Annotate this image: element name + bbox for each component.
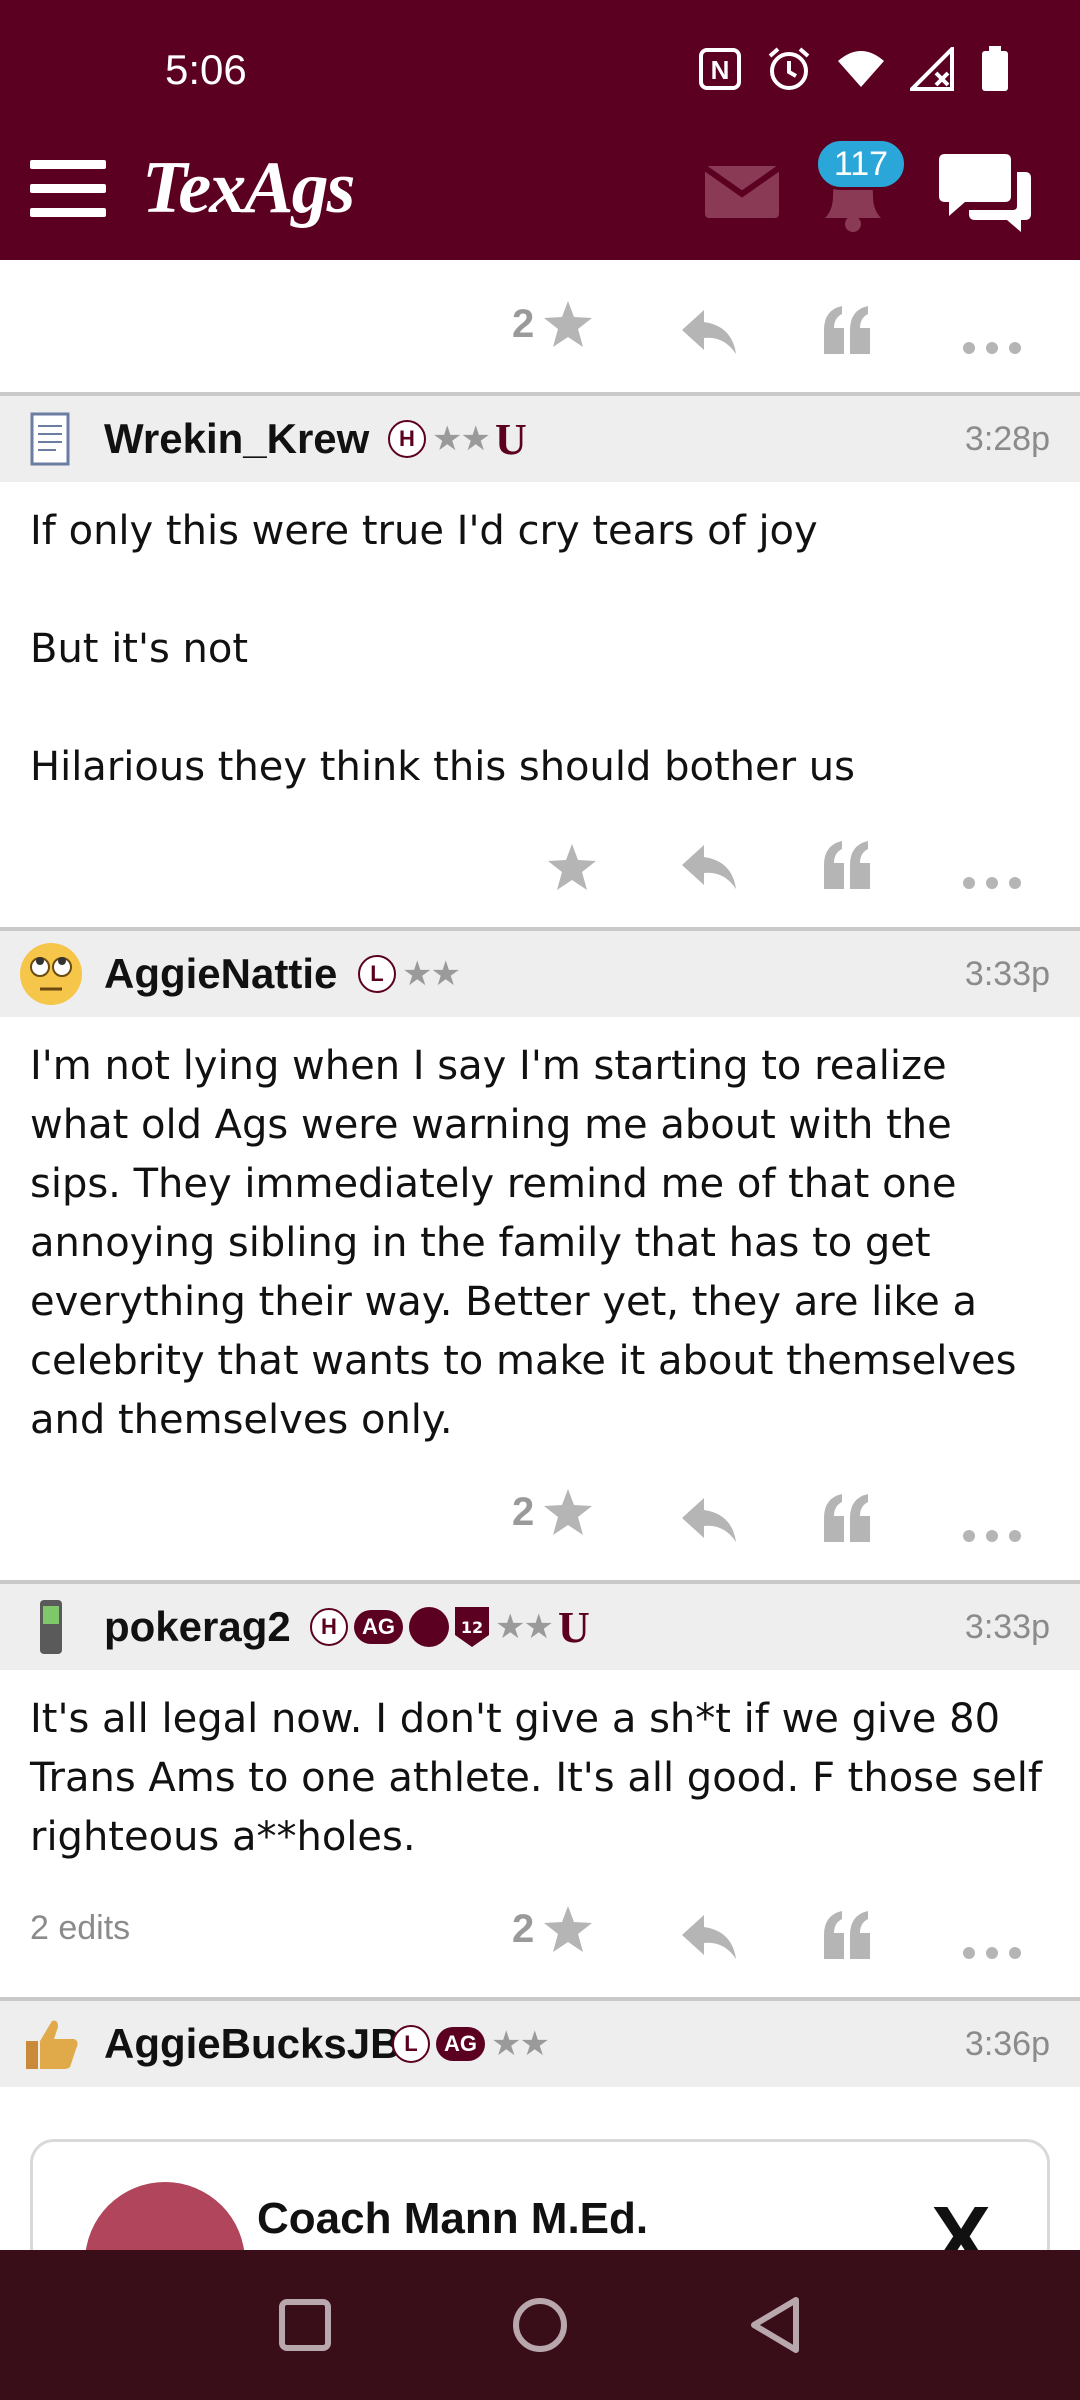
badge-ag: AG [436, 2027, 485, 2061]
star-count-button[interactable]: 2 [512, 1482, 593, 1542]
app-top-bar: 5:06 N TexAgs 117 [0, 0, 1080, 260]
star-count: 2 [512, 1906, 535, 1951]
badge-ag: AG [354, 1610, 403, 1644]
badge-stars: ★★ [491, 2024, 550, 2064]
system-nav-bar [0, 2250, 1080, 2400]
post-time: 3:36p [964, 2024, 1050, 2063]
reply-icon[interactable] [682, 837, 736, 897]
more-options-icon[interactable] [962, 318, 1022, 378]
badge-12th-man: 12 [455, 1607, 489, 1647]
star-icon [544, 301, 593, 347]
more-options-icon[interactable] [962, 853, 1022, 913]
post-actions: 2 edits 2 [0, 1867, 1080, 1997]
user-badges: L ★★ [358, 931, 461, 1017]
user-badges: H AG 12 ★★ U [310, 1584, 590, 1670]
alarm-icon [768, 47, 810, 90]
star-icon [544, 1489, 593, 1535]
notification-count-badge[interactable]: 117 [815, 138, 907, 190]
texags-logo[interactable]: TexAgs [142, 146, 355, 231]
post-text: It's all legal now. I don't give a sh*t … [30, 1696, 1055, 1860]
wifi-icon [838, 51, 884, 87]
post-body: I'm not lying when I say I'm starting to… [0, 1017, 1080, 1450]
star-count: 2 [512, 301, 535, 346]
x-logo-icon: X [930, 2189, 991, 2250]
post-header: AggieBucksJB L AG ★★ 3:36p [0, 2001, 1080, 2087]
badge-h: H [388, 420, 426, 458]
mail-icon[interactable] [705, 166, 779, 218]
rolling-eyes-emoji [20, 943, 82, 1005]
post-header: pokerag2 H AG 12 ★★ U 3:33p [0, 1584, 1080, 1670]
star-count: 2 [512, 1489, 535, 1534]
post-header: AggieNattie L ★★ 3:33p [0, 931, 1080, 1017]
post-body: It's all legal now. I don't give a sh*t … [0, 1670, 1080, 1867]
tweet-embed[interactable]: Coach Mann M.Ed. X [30, 2139, 1050, 2250]
user-badges: L AG ★★ [392, 2001, 550, 2087]
post-time: 3:33p [964, 954, 1050, 993]
recents-icon[interactable] [278, 2298, 332, 2352]
more-options-icon[interactable] [962, 1506, 1022, 1566]
star-count-button[interactable]: 2 [512, 1899, 593, 1959]
reply-icon[interactable] [682, 1907, 736, 1967]
menu-icon[interactable] [30, 158, 106, 218]
post-time: 3:28p [964, 419, 1050, 458]
edits-label[interactable]: 2 edits [30, 1909, 130, 1948]
badge-l: L [358, 955, 396, 993]
status-icons: N [698, 46, 1010, 92]
username[interactable]: pokerag2 [104, 1584, 291, 1670]
phone-icon [40, 1600, 62, 1654]
post-actions: 2 [0, 262, 1080, 392]
thread-content: 2 Wrekin_Krew H ★★ U 3:28p If only this … [0, 262, 1080, 2250]
quote-icon[interactable] [822, 1905, 872, 1965]
quote-icon[interactable] [822, 835, 872, 895]
reply-icon[interactable] [682, 302, 736, 362]
quote-icon[interactable] [822, 1488, 872, 1548]
svg-text:N: N [711, 55, 730, 85]
post-text: If only this were true I'd cry tears of … [30, 508, 855, 790]
username[interactable]: Wrekin_Krew [104, 396, 369, 482]
post-header: Wrekin_Krew H ★★ U 3:28p [0, 396, 1080, 482]
badge-stars: ★★ [432, 419, 491, 459]
post-text: I'm not lying when I say I'm starting to… [30, 1043, 1030, 1443]
post-actions: 2 [0, 1450, 1080, 1580]
status-time: 5:06 [165, 46, 247, 93]
badge-h: H [310, 1608, 348, 1646]
notepad-icon [30, 412, 70, 466]
reply-icon[interactable] [682, 1490, 736, 1550]
chat-icon[interactable] [935, 152, 1035, 236]
star-icon[interactable] [548, 837, 596, 897]
badge-stars: ★★ [402, 954, 461, 994]
signal-icon [910, 47, 954, 91]
battery-icon [982, 46, 1008, 91]
tweet-author: Coach Mann M.Ed. [257, 2194, 649, 2243]
badge-stadium-icon [409, 1607, 449, 1647]
nfc-icon: N [699, 48, 741, 90]
user-badges: H ★★ U [388, 396, 527, 482]
star-icon [544, 1906, 593, 1952]
app-header: TexAgs 117 [0, 138, 1080, 260]
post-body: If only this were true I'd cry tears of … [0, 482, 1080, 797]
back-icon[interactable] [748, 2296, 802, 2354]
tweet-avatar [85, 2182, 245, 2250]
post-actions [0, 797, 1080, 927]
badge-l: L [392, 2025, 430, 2063]
home-icon[interactable] [512, 2297, 568, 2353]
star-count-button[interactable]: 2 [512, 294, 593, 354]
badge-u: U [494, 414, 527, 464]
badge-u: U [557, 1602, 590, 1652]
username[interactable]: AggieBucksJB [104, 2001, 400, 2087]
quote-icon[interactable] [822, 300, 872, 360]
thumbs-up-icon [26, 2020, 78, 2069]
status-bar: 5:06 N [0, 0, 1080, 140]
username[interactable]: AggieNattie [104, 931, 337, 1017]
post-time: 3:33p [964, 1607, 1050, 1646]
badge-stars: ★★ [495, 1607, 554, 1647]
more-options-icon[interactable] [962, 1923, 1022, 1983]
